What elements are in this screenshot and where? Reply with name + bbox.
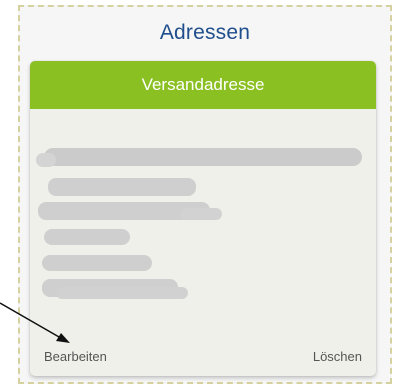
delete-link[interactable]: Löschen xyxy=(313,349,362,364)
redacted-address-line xyxy=(48,178,196,196)
redacted-address-line xyxy=(44,229,130,245)
redacted-address-line xyxy=(56,287,188,299)
edit-link[interactable]: Bearbeiten xyxy=(44,349,107,364)
shipping-address-card: Versandadresse Bearbeiten Löschen xyxy=(30,61,376,376)
redacted-address-line xyxy=(36,153,56,167)
section-title: Adressen xyxy=(159,21,251,44)
redacted-address-line xyxy=(180,208,222,220)
redacted-address-line xyxy=(42,255,152,271)
address-section: Adressen Versandadresse Bearbeiten Lösch… xyxy=(18,5,392,384)
redacted-address-line xyxy=(44,148,362,166)
card-header: Versandadresse xyxy=(30,61,376,109)
